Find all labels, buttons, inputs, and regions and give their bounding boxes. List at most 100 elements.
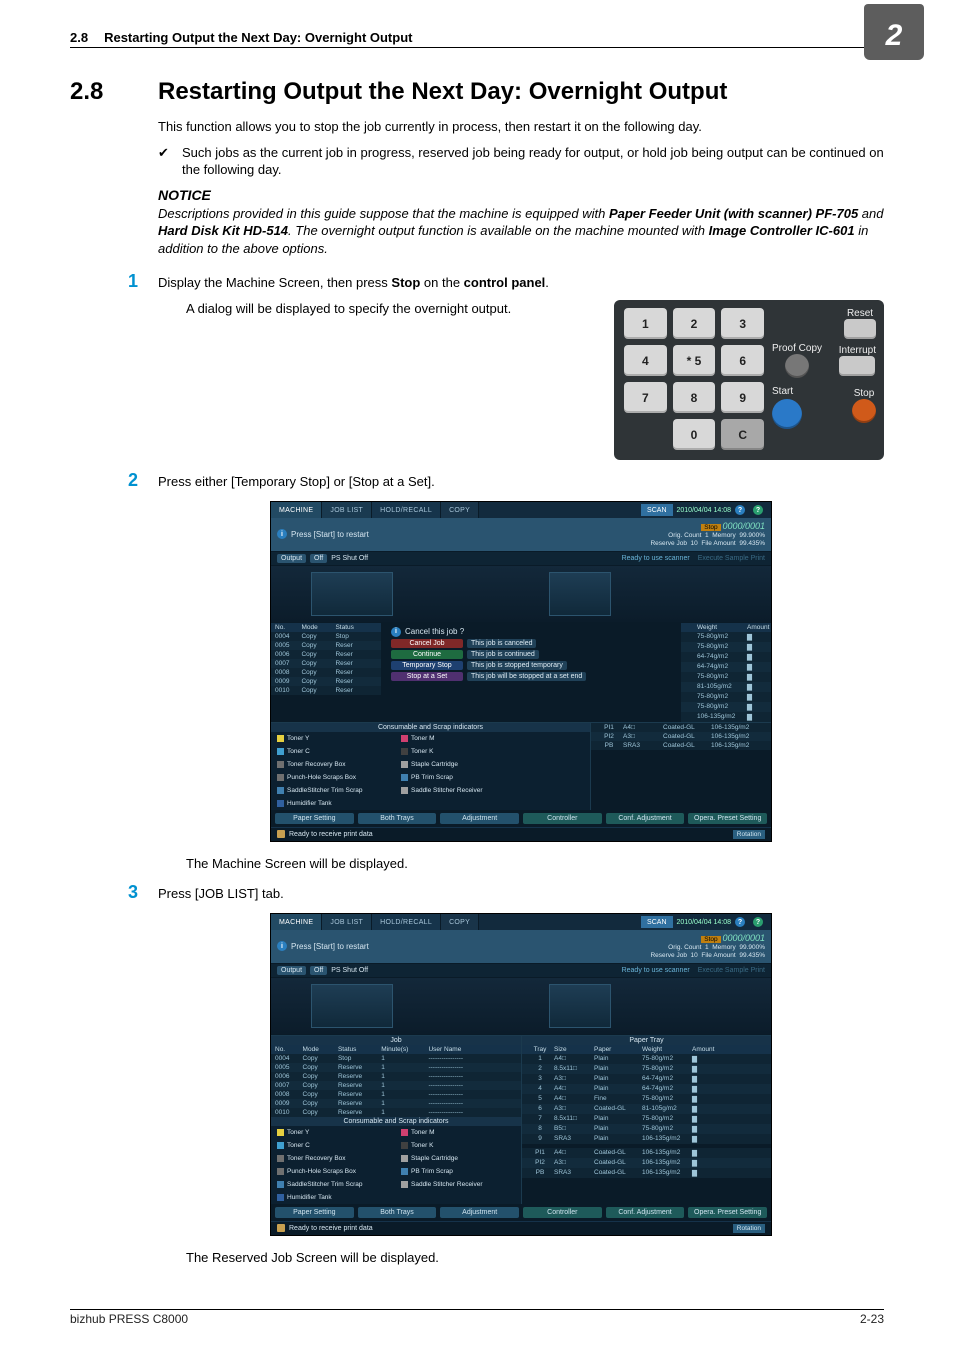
tray-row[interactable]: 4 A4□ Plain 64-74g/m2 ▇ — [522, 1084, 771, 1094]
dialog-option-3[interactable]: Stop at a Set This job will be stopped a… — [391, 672, 671, 681]
tray-row[interactable]: 6 A3□ Coated-GL 81-105g/m2 ▇ — [522, 1104, 771, 1114]
info-icon[interactable]: ? — [735, 917, 745, 927]
job-row-1[interactable]: 0008CopyReser — [271, 668, 381, 677]
dialog-option-2[interactable]: Temporary Stop This job is stopped tempo… — [391, 661, 671, 670]
consumable-8: SaddleStitcher Trim Scrap — [277, 787, 387, 794]
info-icon[interactable]: ? — [735, 505, 745, 515]
stop-button[interactable] — [852, 399, 876, 423]
keypad-0[interactable]: 0 — [673, 419, 716, 450]
tab-machine[interactable]: MACHINE — [271, 502, 322, 518]
bb-adjustment[interactable]: Adjustment — [440, 1207, 519, 1218]
tray-size: 8.5x11□ — [554, 1115, 594, 1123]
bb-paper-setting[interactable]: Paper Setting — [275, 1207, 354, 1218]
tray-amount: ▇ — [692, 1065, 712, 1073]
keypad-clear[interactable]: C — [721, 419, 764, 450]
job-status: Reserve — [338, 1091, 381, 1098]
tray-row[interactable]: 8 B5□ Plain 75-80g/m2 ▇ — [522, 1124, 771, 1134]
job-row[interactable]: 0009 Copy Reserve 1 ---------------- — [271, 1099, 521, 1108]
execute-sample[interactable]: Execute Sample Print — [698, 967, 765, 974]
job-row-1[interactable]: 0006CopyReser — [271, 650, 381, 659]
job-row-1[interactable]: 0005CopyReser — [271, 641, 381, 650]
job-row-1[interactable]: 0010CopyReser — [271, 686, 381, 695]
job-row-1[interactable]: 0007CopyReser — [271, 659, 381, 668]
tray-row[interactable]: 3 A3□ Plain 64-74g/m2 ▇ — [522, 1074, 771, 1084]
pi-row[interactable]: PI2 A3□ Coated-GL 106-135g/m2 — [591, 732, 771, 741]
job-row[interactable]: 0008 Copy Reserve 1 ---------------- — [271, 1090, 521, 1099]
bb-adjustment[interactable]: Adjustment — [440, 813, 519, 824]
keypad-6[interactable]: 6 — [721, 345, 764, 376]
tab-scan[interactable]: SCAN — [641, 504, 672, 516]
job-row[interactable]: 0010 Copy Reserve 1 ---------------- — [271, 1108, 521, 1117]
help-icon[interactable]: ? — [753, 505, 763, 515]
dialog-option-1[interactable]: Continue This job is continued — [391, 650, 671, 659]
help-icon[interactable]: ? — [753, 917, 763, 927]
bb-oper-preset[interactable]: Opera. Preset Setting — [688, 1207, 767, 1218]
tray-amount: ▇ — [692, 1085, 712, 1093]
bb-both-trays[interactable]: Both Trays — [358, 1207, 437, 1218]
tray-row[interactable]: 2 8.5x11□ Plain 75-80g/m2 ▇ — [522, 1064, 771, 1074]
dialog-option-button[interactable]: Stop at a Set — [391, 672, 463, 681]
bb-oper-preset[interactable]: Opera. Preset Setting — [688, 813, 767, 824]
execute-sample[interactable]: Execute Sample Print — [698, 555, 765, 562]
output-pill[interactable]: Output — [277, 966, 306, 975]
keypad-1[interactable]: 1 — [624, 308, 667, 339]
keypad-4[interactable]: 4 — [624, 345, 667, 376]
proof-copy-button[interactable] — [785, 354, 809, 378]
pi-tray-row[interactable]: PI2 A3□ Coated-GL 106-135g/m2 ▇ — [522, 1158, 771, 1168]
tab-machine[interactable]: MACHINE — [271, 914, 322, 930]
pi-row[interactable]: PB SRA3 Coated-GL 106-135g/m2 — [591, 741, 771, 750]
tray-row[interactable]: 9 SRA3 Plain 106-135g/m2 ▇ — [522, 1134, 771, 1144]
keypad-7[interactable]: 7 — [624, 382, 667, 413]
notice-bold-1: Paper Feeder Unit (with scanner) PF-705 — [609, 206, 858, 221]
bb-controller[interactable]: Controller — [523, 1207, 602, 1218]
pi-tray-size: A3□ — [554, 1159, 594, 1167]
dialog-option-0[interactable]: Cancel Job This job is canceled — [391, 639, 671, 648]
dialog-option-button[interactable]: Temporary Stop — [391, 661, 463, 670]
pi-tray-row[interactable]: PB SRA3 Coated-GL 106-135g/m2 ▇ — [522, 1168, 771, 1178]
tab-scan[interactable]: SCAN — [641, 916, 672, 928]
bb-conf-adjustment[interactable]: Conf. Adjustment — [606, 813, 685, 824]
dialog-option-button[interactable]: Cancel Job — [391, 639, 463, 648]
tab-joblist[interactable]: JOB LIST — [322, 914, 372, 930]
interrupt-button[interactable] — [839, 356, 875, 376]
bb-conf-adjustment[interactable]: Conf. Adjustment — [606, 1207, 685, 1218]
tab-joblist[interactable]: JOB LIST — [322, 502, 372, 518]
tab-copy[interactable]: COPY — [441, 914, 479, 930]
bb-controller[interactable]: Controller — [523, 813, 602, 824]
pi-row[interactable]: PI1 A4□ Coated-GL 106-135g/m2 — [591, 723, 771, 732]
banner-info-icon: i — [277, 529, 287, 539]
section-heading-text: Restarting Output the Next Day: Overnigh… — [158, 78, 727, 106]
job-row[interactable]: 0007 Copy Reserve 1 ---------------- — [271, 1081, 521, 1090]
start-button[interactable] — [772, 399, 802, 429]
tab-recall[interactable]: HOLD/RECALL — [372, 502, 441, 518]
dialog-option-button[interactable]: Continue — [391, 650, 463, 659]
job-row[interactable]: 0005 Copy Reserve 1 ---------------- — [271, 1063, 521, 1072]
job-row-1[interactable]: 0004CopyStop — [271, 632, 381, 641]
output-pill[interactable]: Output — [277, 554, 306, 563]
tray-no: 9 — [526, 1135, 554, 1143]
keypad-8[interactable]: 8 — [673, 382, 716, 413]
job-header: No. Mode Status Minute(s) User Name — [271, 1045, 521, 1054]
footer-left: bizhub PRESS C8000 — [70, 1312, 188, 1326]
tab-copy[interactable]: COPY — [441, 502, 479, 518]
reset-button[interactable] — [844, 319, 876, 339]
bb-both-trays[interactable]: Both Trays — [358, 813, 437, 824]
off-pill[interactable]: Off — [310, 554, 327, 563]
keypad-9[interactable]: 9 — [721, 382, 764, 413]
tray-row[interactable]: 5 A4□ Fine 75-80g/m2 ▇ — [522, 1094, 771, 1104]
job-no: 0010 — [275, 1109, 303, 1116]
pi-tray-row[interactable]: PI1 A4□ Coated-GL 106-135g/m2 ▇ — [522, 1148, 771, 1158]
bb-paper-setting[interactable]: Paper Setting — [275, 813, 354, 824]
tray-row[interactable]: 7 8.5x11□ Plain 75-80g/m2 ▇ — [522, 1114, 771, 1124]
keypad-2[interactable]: 2 — [673, 308, 716, 339]
footer-message: Ready to receive print data — [289, 831, 373, 838]
keypad-3[interactable]: 3 — [721, 308, 764, 339]
job-row[interactable]: 0006 Copy Reserve 1 ---------------- — [271, 1072, 521, 1081]
job-row[interactable]: 0004 Copy Stop 1 ---------------- — [271, 1054, 521, 1063]
keypad-5[interactable]: * 5 — [673, 345, 716, 376]
tab-recall[interactable]: HOLD/RECALL — [372, 914, 441, 930]
consumable-5: Staple Cartridge — [401, 1155, 511, 1162]
off-pill[interactable]: Off — [310, 966, 327, 975]
tray-row[interactable]: 1 A4□ Plain 75-80g/m2 ▇ — [522, 1054, 771, 1064]
job-row-1[interactable]: 0009CopyReser — [271, 677, 381, 686]
